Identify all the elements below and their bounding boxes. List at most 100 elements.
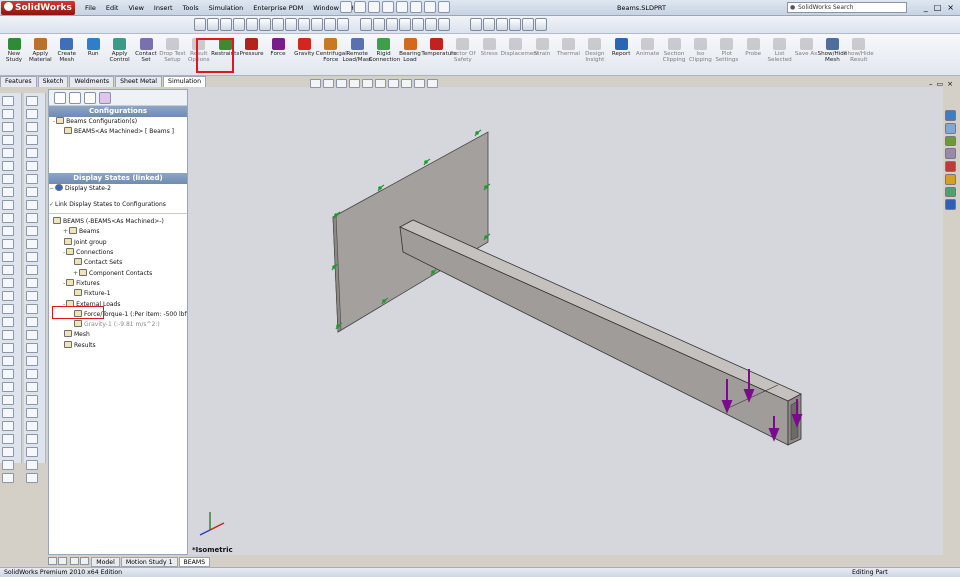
solidworks-resources-icon[interactable] xyxy=(945,110,956,121)
tab-sketch[interactable]: Sketch xyxy=(37,76,69,87)
feature-tool-icon[interactable] xyxy=(26,356,38,366)
feature-tool-icon[interactable] xyxy=(26,317,38,327)
bottom-tab-beams[interactable]: BEAMS xyxy=(178,557,211,567)
feature-tool-icon[interactable] xyxy=(26,213,38,223)
shaded-edges-icon[interactable] xyxy=(373,18,385,31)
tree-item-beams-configuration-s[interactable]: - Beams Configuration(s) xyxy=(49,117,187,127)
rebuild-icon[interactable] xyxy=(424,1,436,13)
expand-toggle-icon[interactable]: + xyxy=(73,270,78,277)
pan-icon[interactable] xyxy=(425,18,437,31)
feature-tool-icon[interactable] xyxy=(26,343,38,353)
appearance-icon[interactable] xyxy=(496,18,508,31)
left-view-icon[interactable] xyxy=(220,18,232,31)
feature-tool-icon[interactable] xyxy=(26,161,38,171)
feature-tool-icon[interactable] xyxy=(26,434,38,444)
tab-simulation[interactable]: Simulation xyxy=(163,76,207,87)
configurationmanager-tab-icon[interactable] xyxy=(84,92,96,104)
sketch-tool-icon[interactable] xyxy=(2,408,14,418)
sketch-tool-icon[interactable] xyxy=(2,122,14,132)
sketch-tool-icon[interactable] xyxy=(2,148,14,158)
expand-toggle-icon[interactable]: - xyxy=(63,301,65,308)
beam-model[interactable] xyxy=(188,87,943,555)
bottom-tab-motion-study-1[interactable]: Motion Study 1 xyxy=(120,557,178,567)
front-view-icon[interactable] xyxy=(194,18,206,31)
select-icon[interactable] xyxy=(410,1,422,13)
file-explorer-icon[interactable] xyxy=(945,135,956,147)
sketch-tool-icon[interactable] xyxy=(2,200,14,210)
feature-tool-icon[interactable] xyxy=(26,460,38,470)
tree-item-mesh[interactable]: Mesh xyxy=(49,330,187,340)
sketch-tool-icon[interactable] xyxy=(2,317,14,327)
top-view-icon[interactable] xyxy=(246,18,258,31)
view-palette-icon[interactable] xyxy=(945,161,956,172)
sketch-tool-icon[interactable] xyxy=(2,330,14,340)
print-icon[interactable] xyxy=(382,1,394,13)
feature-tool-icon[interactable] xyxy=(26,278,38,288)
close-button[interactable]: × xyxy=(947,3,954,13)
tree-item-results[interactable]: Results xyxy=(49,340,187,351)
sketch-tool-icon[interactable] xyxy=(2,473,14,483)
sketch-tool-icon[interactable] xyxy=(2,460,14,470)
sketch-tool-icon[interactable] xyxy=(2,382,14,392)
expand-toggle-icon[interactable]: - xyxy=(63,249,65,256)
open-icon[interactable] xyxy=(354,1,366,13)
expand-toggle-icon[interactable]: + xyxy=(63,228,68,235)
undo-icon[interactable] xyxy=(396,1,408,13)
wireframe-icon[interactable] xyxy=(324,18,336,31)
feature-tool-icon[interactable] xyxy=(26,252,38,262)
measure-icon[interactable] xyxy=(470,18,482,31)
feature-tool-icon[interactable] xyxy=(26,265,38,275)
sketch-tool-icon[interactable] xyxy=(2,356,14,366)
hidden-lines-icon[interactable] xyxy=(337,18,349,31)
sketch-tool-icon[interactable] xyxy=(2,174,14,184)
menu-item-simulation[interactable]: Simulation xyxy=(204,0,249,16)
first-tab-icon[interactable] xyxy=(48,557,57,565)
tree-item-beams[interactable]: + Beams xyxy=(49,227,187,237)
menu-item-window[interactable]: Window xyxy=(308,0,344,16)
isometric-view-icon[interactable] xyxy=(272,18,284,31)
options-icon[interactable] xyxy=(438,1,450,13)
sketch-tool-icon[interactable] xyxy=(2,447,14,457)
feature-tool-icon[interactable] xyxy=(26,421,38,431)
sketch-tool-icon[interactable] xyxy=(2,135,14,145)
bottom-view-icon[interactable] xyxy=(259,18,271,31)
minimize-button[interactable]: _ xyxy=(924,3,928,13)
feature-tool-icon[interactable] xyxy=(26,304,38,314)
link-display-states-checkbox[interactable]: ✓Link Display States to Configurations xyxy=(49,200,187,210)
feature-tool-icon[interactable] xyxy=(26,330,38,340)
sketch-tool-icon[interactable] xyxy=(2,395,14,405)
featuremanager-tab-icon[interactable] xyxy=(54,92,66,104)
tree-item-component-contacts[interactable]: + Component Contacts xyxy=(49,268,187,279)
shadows-icon[interactable] xyxy=(535,18,547,31)
feature-tool-icon[interactable] xyxy=(26,291,38,301)
tree-item-joint-group[interactable]: Joint group xyxy=(49,237,187,248)
sketch-tool-icon[interactable] xyxy=(2,252,14,262)
maximize-button[interactable]: □ xyxy=(934,3,942,13)
feature-tool-icon[interactable] xyxy=(26,408,38,418)
tree-item-beams-as-machined-beams[interactable]: BEAMS<As Machined> [ Beams ] xyxy=(49,127,187,137)
menu-item-enterprise-pdm[interactable]: Enterprise PDM xyxy=(248,0,308,16)
feature-tool-icon[interactable] xyxy=(26,200,38,210)
tree-item-contact-sets[interactable]: Contact Sets xyxy=(49,258,187,268)
trimetric-view-icon[interactable] xyxy=(285,18,297,31)
save-icon[interactable] xyxy=(368,1,380,13)
feature-tool-icon[interactable] xyxy=(26,135,38,145)
right-view-icon[interactable] xyxy=(233,18,245,31)
menu-item-insert[interactable]: Insert xyxy=(149,0,178,16)
tree-item-gravity-1-9-81-m-s-2[interactable]: Gravity-1 (:-9.81 m/s^2:) xyxy=(49,320,187,330)
feature-tool-icon[interactable] xyxy=(26,395,38,405)
display-state-item[interactable]: − Display State-2 xyxy=(49,183,187,194)
search-input[interactable]: SolidWorks Search xyxy=(787,2,907,13)
search-tab-icon[interactable] xyxy=(945,148,956,159)
sketch-tool-icon[interactable] xyxy=(2,109,14,119)
sketch-tool-icon[interactable] xyxy=(2,421,14,431)
sketch-tool-icon[interactable] xyxy=(2,187,14,197)
tree-item-connections[interactable]: - Connections xyxy=(49,248,187,258)
feature-tool-icon[interactable] xyxy=(26,148,38,158)
propertymanager-tab-icon[interactable] xyxy=(69,92,81,104)
sketch-tool-icon[interactable] xyxy=(2,304,14,314)
menu-item-file[interactable]: File xyxy=(80,0,101,16)
menu-item-edit[interactable]: Edit xyxy=(101,0,124,16)
viewport-close-button[interactable]: × xyxy=(947,80,953,88)
last-tab-icon[interactable] xyxy=(80,557,90,565)
